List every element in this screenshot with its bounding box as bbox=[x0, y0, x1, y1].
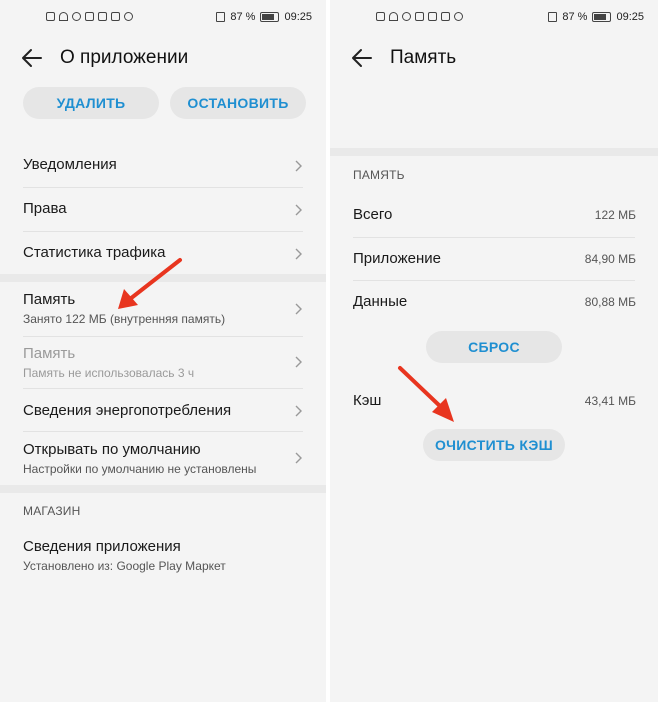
power-usage-item[interactable]: Сведения энергопотребления bbox=[23, 402, 306, 419]
divider bbox=[23, 187, 303, 188]
chevron-right-icon bbox=[294, 204, 304, 216]
storage-screen: 87 % 09:25 Память ПАМЯТЬ Всего 122 МБ Пр… bbox=[330, 0, 658, 702]
row-value: 80,88 МБ bbox=[584, 295, 636, 309]
divider bbox=[23, 336, 303, 337]
item-subtitle: Установлено из: Google Play Маркет bbox=[23, 559, 226, 573]
item-title: Сведения приложения bbox=[23, 538, 181, 555]
vpn-icon bbox=[85, 12, 94, 21]
app-bar: О приложении bbox=[0, 38, 326, 78]
battery-icon bbox=[260, 12, 280, 22]
memory-item[interactable]: Память Память не использовалась 3 ч bbox=[23, 345, 306, 380]
cart-icon bbox=[98, 12, 107, 21]
open-by-default-item[interactable]: Открывать по умолчанию Настройки по умол… bbox=[23, 441, 306, 476]
row-value: 122 МБ bbox=[594, 208, 636, 222]
back-arrow-icon[interactable] bbox=[350, 46, 374, 70]
divider bbox=[23, 388, 303, 389]
clock: 09:25 bbox=[616, 11, 644, 23]
nfc-icon bbox=[548, 12, 558, 22]
row-value: 84,90 МБ bbox=[584, 252, 636, 266]
section-gap bbox=[330, 148, 658, 156]
wifi-icon bbox=[59, 12, 68, 21]
battery-icon bbox=[592, 12, 612, 22]
chevron-right-icon bbox=[294, 405, 304, 417]
annotation-arrow-icon bbox=[118, 258, 182, 309]
wifi-icon bbox=[389, 12, 398, 21]
chevron-right-icon bbox=[294, 160, 304, 172]
chevron-right-icon bbox=[294, 303, 304, 315]
cart-icon bbox=[428, 12, 437, 21]
notification-icons bbox=[376, 12, 463, 21]
clear-cache-button[interactable]: ОЧИСТИТЬ КЭШ bbox=[423, 429, 565, 461]
battery-percent: 87 % bbox=[230, 11, 256, 23]
status-bar: 87 % 09:25 bbox=[0, 0, 326, 36]
item-subtitle: Память не использовалась 3 ч bbox=[23, 366, 195, 380]
sim-icon bbox=[46, 12, 55, 21]
item-title: Права bbox=[23, 200, 67, 217]
image-icon bbox=[441, 12, 450, 21]
item-title: Уведомления bbox=[23, 156, 117, 173]
page-title: Память bbox=[390, 47, 457, 68]
item-title: Сведения энергопотребления bbox=[23, 402, 232, 419]
clock: 09:25 bbox=[284, 11, 312, 23]
whatsapp-icon bbox=[454, 12, 463, 21]
divider bbox=[23, 231, 303, 232]
back-arrow-icon[interactable] bbox=[20, 46, 44, 70]
divider bbox=[23, 431, 303, 432]
uninstall-button[interactable]: УДАЛИТЬ bbox=[23, 87, 159, 119]
chevron-right-icon bbox=[294, 452, 304, 464]
app-bar: Память bbox=[330, 38, 658, 78]
app-info-screen: 87 % 09:25 О приложении УДАЛИТЬ ОСТАНОВИ… bbox=[0, 0, 326, 702]
item-title: Открывать по умолчанию bbox=[23, 441, 201, 458]
row-value: 43,41 МБ bbox=[584, 394, 636, 408]
image-icon bbox=[111, 12, 120, 21]
status-bar: 87 % 09:25 bbox=[330, 0, 658, 36]
app-details-item[interactable]: Сведения приложения Установлено из: Goog… bbox=[23, 538, 306, 573]
permissions-item[interactable]: Права bbox=[23, 200, 306, 217]
reset-button[interactable]: СБРОС bbox=[426, 331, 562, 363]
battery-percent: 87 % bbox=[562, 11, 588, 23]
notification-icons bbox=[46, 12, 133, 21]
divider bbox=[353, 280, 635, 281]
telegram-icon bbox=[72, 12, 81, 21]
vpn-icon bbox=[415, 12, 424, 21]
notifications-item[interactable]: Уведомления bbox=[23, 156, 306, 173]
stop-button[interactable]: ОСТАНОВИТЬ bbox=[170, 87, 306, 119]
annotation-arrow-icon bbox=[398, 366, 454, 422]
telegram-icon bbox=[402, 12, 411, 21]
section-gap bbox=[0, 485, 326, 493]
chevron-right-icon bbox=[294, 248, 304, 260]
chevron-right-icon bbox=[294, 356, 304, 368]
item-title: Память bbox=[23, 345, 76, 362]
divider bbox=[353, 237, 635, 238]
whatsapp-icon bbox=[124, 12, 133, 21]
sim-icon bbox=[376, 12, 385, 21]
memory-section-header: ПАМЯТЬ bbox=[353, 168, 405, 182]
nfc-icon bbox=[216, 12, 226, 22]
store-section-header: МАГАЗИН bbox=[23, 504, 81, 518]
page-title: О приложении bbox=[60, 47, 189, 68]
item-subtitle: Настройки по умолчанию не установлены bbox=[23, 462, 257, 476]
